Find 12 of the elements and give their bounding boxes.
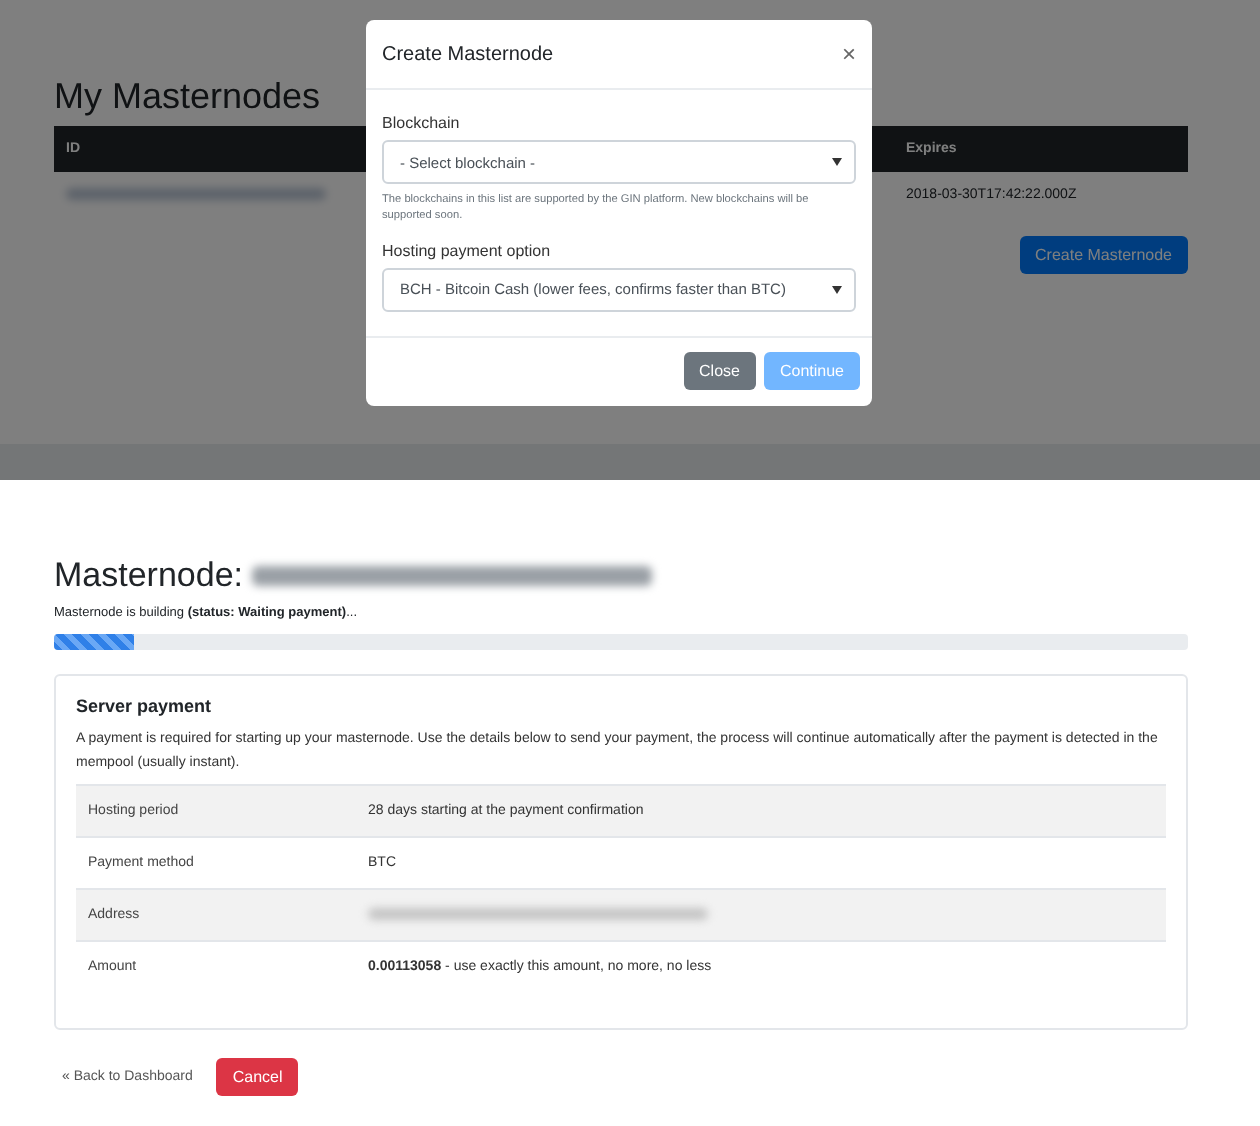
blurred-link[interactable] [66,188,326,200]
masternode-heading: Masternode: [54,556,243,596]
caret-icon [832,158,842,166]
card-title: Server payment [76,696,214,716]
caret-icon [832,285,842,294]
modal-title: Create Masternode [382,43,554,65]
field-label: Hosting payment option [382,241,553,260]
page-heading: My Masternodes [54,76,323,118]
modal-button[interactable]: Close [683,351,756,390]
close-button[interactable]: × [841,40,856,68]
field-label: Blockchain [382,114,462,132]
cancel-button[interactable]: Cancel [216,1057,299,1096]
